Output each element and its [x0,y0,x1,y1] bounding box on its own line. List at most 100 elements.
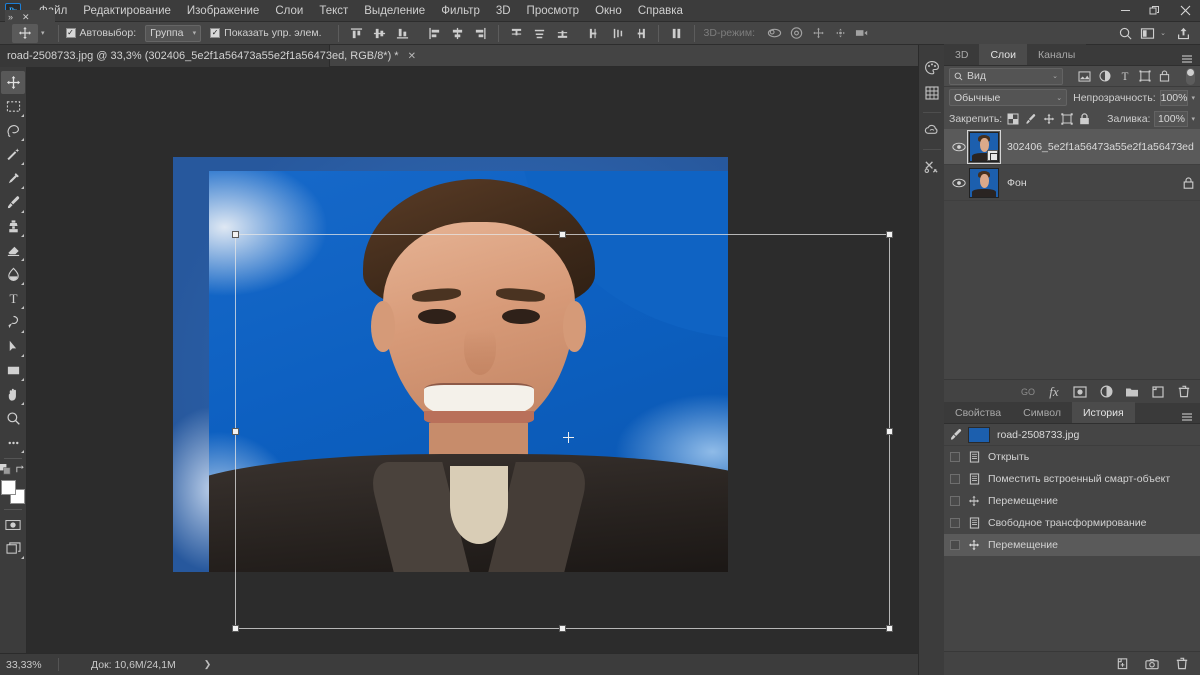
zoom-tool[interactable] [1,407,25,430]
orbit-3d-icon[interactable] [763,24,785,43]
history-state-checkbox[interactable] [950,518,960,528]
tab-3d[interactable]: 3D [944,44,980,65]
history-state-open[interactable]: Открыть [944,446,1200,468]
history-state-free-transform[interactable]: Свободное трансформирование [944,512,1200,534]
opacity-value[interactable]: 100% [1159,89,1189,106]
history-snapshot-row[interactable]: road-2508733.jpg [944,424,1200,446]
menu-item-view[interactable]: Просмотр [519,2,588,20]
show-transform-controls-checkbox[interactable]: ✓ Показать упр. элем. [210,27,322,39]
lasso-tool[interactable] [1,119,25,142]
filter-adjustment-icon[interactable] [1096,68,1113,85]
restore-button[interactable] [1140,0,1170,22]
history-brush-source-icon[interactable] [950,428,963,441]
filter-smart-object-icon[interactable] [1156,68,1173,85]
history-state-move-1[interactable]: Перемещение [944,490,1200,512]
lock-all-icon[interactable] [1077,111,1092,127]
rectangle-tool[interactable] [1,359,25,382]
brush-tool[interactable] [1,191,25,214]
history-snapshot-thumbnail[interactable] [968,426,990,443]
layer-name[interactable]: Фон [1007,177,1027,189]
lock-image-pixels-icon[interactable] [1023,111,1038,127]
panel-menu-icon[interactable] [1174,54,1200,65]
close-icon[interactable]: ✕ [408,51,416,62]
expand-dock-icon[interactable]: » [8,12,13,22]
default-colors-icon[interactable] [0,463,11,475]
status-expand-icon[interactable]: ❯ [204,659,212,670]
transform-handle-top-right[interactable] [886,231,893,238]
quick-mask-icon[interactable] [1,513,25,536]
panel-menu-icon[interactable] [1174,412,1200,423]
align-horizontal-centers-icon[interactable] [447,24,468,43]
foreground-color-swatch[interactable] [1,480,16,495]
layer-mask-icon[interactable] [1072,384,1088,400]
layer-row-background[interactable]: Фон [944,165,1200,201]
tools-icon[interactable] [921,156,943,178]
fill-value[interactable]: 100% [1154,110,1189,127]
swap-colors-icon[interactable] [15,464,26,475]
tab-properties[interactable]: Свойства [944,402,1013,423]
distribute-right-edges-icon[interactable] [630,24,651,43]
color-panel-icon[interactable] [921,57,943,79]
align-bottom-edges-icon[interactable] [392,24,413,43]
transform-handle-bottom-center[interactable] [558,625,566,632]
filter-shape-icon[interactable] [1136,68,1153,85]
layers-list-empty-space[interactable] [944,293,1200,379]
filter-pixel-icon[interactable] [1076,68,1093,85]
layer-row-smart-object[interactable]: 302406_5e2f1a56473a55e2f1a56473ed [944,129,1200,165]
create-document-from-state-icon[interactable] [1114,656,1130,672]
show-controls-checkbox-box[interactable]: ✓ [210,28,221,38]
tool-preset-caret-icon[interactable]: ▾ [41,29,45,37]
eyedropper-tool[interactable] [1,167,25,190]
layer-visibility-toggle[interactable] [950,178,967,188]
lock-artboard-nesting-icon[interactable] [1059,111,1074,127]
hand-tool[interactable] [1,383,25,406]
layer-lock-icon[interactable] [1183,176,1194,189]
new-group-icon[interactable] [1124,384,1140,400]
minimize-button[interactable] [1110,0,1140,22]
transform-handle-bottom-right[interactable] [886,625,893,632]
workspace-switcher-icon[interactable] [1136,24,1158,43]
filter-enable-toggle[interactable] [1186,67,1195,85]
type-tool[interactable]: T [1,287,25,310]
move-tool-icon[interactable] [12,23,38,43]
menu-item-text[interactable]: Текст [311,2,356,20]
distribute-left-edges-icon[interactable] [584,24,605,43]
menu-item-edit[interactable]: Редактирование [75,2,179,20]
opacity-chevron-down-icon[interactable]: ▾ [1191,94,1195,102]
tab-channels[interactable]: Каналы [1026,44,1087,65]
search-icon[interactable] [1114,24,1136,43]
edit-toolbar-tool[interactable] [1,431,25,454]
document-tab[interactable]: road-2508733.jpg @ 33,3% (302406_5e2f1a5… [0,45,416,67]
chevron-down-icon[interactable]: ⌄ [1160,29,1166,37]
auto-select-checkbox[interactable]: ✓ Автовыбор: [65,27,136,39]
transform-center-point-icon[interactable] [563,432,574,443]
pan-3d-icon[interactable] [807,24,829,43]
clone-stamp-tool[interactable] [1,215,25,238]
history-state-checkbox[interactable] [950,496,960,506]
history-state-place-embedded[interactable]: Поместить встроенный смарт-объект [944,468,1200,490]
pen-tool[interactable] [1,311,25,334]
auto-select-checkbox-box[interactable]: ✓ [65,28,76,38]
camera-3d-icon[interactable] [851,24,873,43]
align-vertical-centers-icon[interactable] [369,24,390,43]
document-canvas[interactable] [173,157,728,572]
tab-character[interactable]: Символ [1012,402,1072,423]
menu-item-layers[interactable]: Слои [267,2,311,20]
history-state-checkbox[interactable] [950,452,960,462]
share-icon[interactable] [1172,24,1194,43]
screen-mode-icon[interactable] [1,537,25,560]
history-state-checkbox[interactable] [950,474,960,484]
menu-item-help[interactable]: Справка [630,2,691,20]
magic-wand-tool[interactable] [1,143,25,166]
tab-history[interactable]: История [1071,402,1135,423]
layer-thumbnail[interactable] [967,129,1001,164]
align-left-edges-icon[interactable] [424,24,445,43]
menu-item-window[interactable]: Окно [587,2,630,20]
menu-item-select[interactable]: Выделение [356,2,433,20]
menu-item-filter[interactable]: Фильтр [433,2,488,20]
new-layer-icon[interactable] [1150,384,1166,400]
rectangular-marquee-tool[interactable] [1,95,25,118]
transform-handle-middle-right[interactable] [886,427,893,435]
align-right-edges-icon[interactable] [470,24,491,43]
delete-state-icon[interactable] [1174,656,1190,672]
